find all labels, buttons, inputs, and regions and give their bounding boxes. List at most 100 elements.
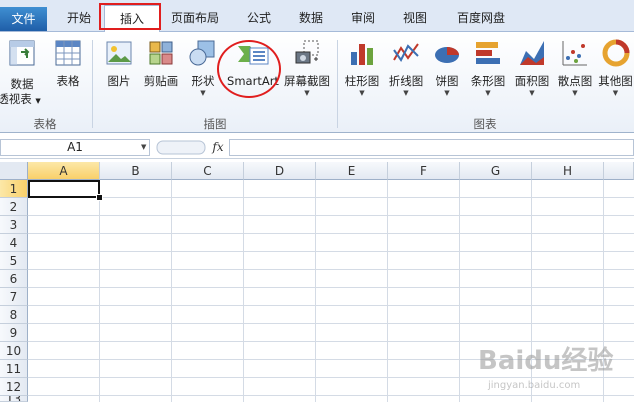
area-chart-button[interactable]: 面积图 ▼: [511, 38, 553, 98]
tab-page-layout[interactable]: 页面布局: [162, 5, 228, 31]
line-chart-button[interactable]: 折线图 ▼: [385, 38, 427, 98]
highlight-box: [99, 3, 161, 30]
highlight-circle: [217, 40, 281, 98]
tab-formulas[interactable]: 公式: [236, 5, 282, 31]
row-header[interactable]: 3: [0, 216, 28, 234]
formula-bar-divider-icon: [156, 140, 206, 155]
picture-icon: [106, 41, 132, 65]
table-icon: [55, 40, 81, 66]
ribbon-tab-bar: 文件 开始 插入 页面布局 公式 数据 审阅 视图 百度网盘: [0, 0, 634, 33]
pie-chart-button[interactable]: 饼图 ▼: [430, 38, 464, 98]
bar-dropdown-arrow: ▼: [485, 89, 491, 97]
pivottable-button[interactable]: 数据 透视表 ▼: [0, 38, 42, 109]
clipart-icon: [149, 41, 173, 65]
name-box[interactable]: A1: [0, 139, 150, 156]
shapes-icon: [189, 40, 215, 66]
baidu-watermark: Baidu经验 jingyan.baidu.com: [478, 340, 628, 400]
row-header[interactable]: 10: [0, 342, 28, 360]
formula-input[interactable]: [229, 139, 634, 156]
row-header[interactable]: 11: [0, 360, 28, 378]
row-header[interactable]: 6: [0, 270, 28, 288]
table-label: 表格: [56, 74, 80, 88]
fill-handle[interactable]: [96, 194, 103, 201]
row-header[interactable]: 2: [0, 198, 28, 216]
area-chart-icon: [520, 41, 544, 65]
column-header[interactable]: F: [388, 162, 460, 180]
column-chart-button[interactable]: 柱形图 ▼: [342, 38, 382, 98]
picture-button[interactable]: 图片: [102, 38, 136, 89]
ribbon-separator: [92, 40, 93, 128]
tab-view[interactable]: 视图: [392, 5, 438, 31]
picture-label: 图片: [107, 74, 131, 88]
tab-file[interactable]: 文件: [0, 7, 47, 31]
column-dropdown-arrow: ▼: [359, 89, 365, 97]
tab-review[interactable]: 审阅: [340, 5, 386, 31]
name-box-dropdown-icon[interactable]: ▼: [141, 143, 146, 151]
tab-baidu-netdisk[interactable]: 百度网盘: [446, 5, 516, 31]
pivottable-icon: [9, 40, 35, 66]
column-header[interactable]: A: [28, 162, 100, 180]
row-header[interactable]: 4: [0, 234, 28, 252]
column-header[interactable]: H: [532, 162, 604, 180]
insert-function-button[interactable]: fx: [208, 139, 228, 156]
column-chart-label: 柱形图: [344, 74, 380, 88]
column-header[interactable]: C: [172, 162, 244, 180]
row-header[interactable]: 8: [0, 306, 28, 324]
formula-bar: A1 ▼ fx: [0, 137, 634, 159]
camera-icon: [295, 40, 319, 64]
select-all-corner[interactable]: [0, 162, 28, 180]
active-cell-a1[interactable]: [28, 180, 100, 198]
watermark-brand: Baidu经验: [478, 346, 614, 376]
other-dropdown-arrow: ▼: [612, 89, 619, 97]
group-label-charts: 图表: [473, 117, 497, 131]
group-label-illustrations: 插图: [203, 117, 227, 131]
gridline: [99, 180, 100, 402]
clipart-button[interactable]: 剪贴画: [140, 38, 182, 89]
column-header[interactable]: D: [244, 162, 316, 180]
row-header[interactable]: 1: [0, 180, 28, 198]
pie-dropdown-arrow: ▼: [444, 89, 450, 97]
pivottable-label-2: 透视表 ▼: [0, 92, 41, 106]
shapes-button[interactable]: 形状 ▼: [186, 38, 220, 98]
column-header-partial[interactable]: [604, 162, 634, 180]
other-chart-label: 其他图: [598, 74, 633, 88]
line-dropdown-arrow: ▼: [403, 89, 409, 97]
ribbon-separator: [337, 40, 338, 128]
scatter-dropdown-arrow: ▼: [572, 89, 578, 97]
gridline: [459, 180, 460, 402]
gridline: [28, 197, 634, 198]
gridline: [171, 180, 172, 402]
group-label-tables: 表格: [33, 117, 57, 131]
pivottable-label-1: 数据: [10, 77, 34, 91]
gridline: [28, 323, 634, 324]
bar-chart-label: 条形图: [470, 74, 506, 88]
row-header[interactable]: 5: [0, 252, 28, 270]
line-chart-icon: [393, 43, 419, 62]
row-header[interactable]: 12: [0, 378, 28, 396]
other-chart-icon: [602, 39, 629, 67]
column-header[interactable]: G: [460, 162, 532, 180]
clipart-label: 剪贴画: [143, 74, 179, 88]
gridline: [28, 251, 634, 252]
gridline: [243, 180, 244, 402]
row-header[interactable]: 7: [0, 288, 28, 306]
tab-home[interactable]: 开始: [58, 5, 100, 31]
pie-chart-icon: [435, 47, 459, 63]
scatter-chart-label: 散点图: [557, 74, 593, 88]
row-header[interactable]: 9: [0, 324, 28, 342]
area-chart-label: 面积图: [514, 74, 550, 88]
gridline: [28, 215, 634, 216]
row-header[interactable]: 13: [0, 396, 28, 402]
bar-chart-icon: [476, 42, 500, 64]
tab-data[interactable]: 数据: [288, 5, 334, 31]
column-header[interactable]: B: [100, 162, 172, 180]
scatter-chart-button[interactable]: 散点图 ▼: [554, 38, 596, 98]
column-header[interactable]: E: [316, 162, 388, 180]
column-chart-icon: [351, 44, 373, 65]
screenshot-button[interactable]: 屏幕截图 ▼: [282, 38, 332, 98]
bar-chart-button[interactable]: 条形图 ▼: [467, 38, 509, 98]
gridline: [387, 180, 388, 402]
other-chart-button[interactable]: 其他图 ▼: [597, 38, 634, 98]
table-button[interactable]: 表格: [50, 38, 86, 89]
gridline: [28, 233, 634, 234]
